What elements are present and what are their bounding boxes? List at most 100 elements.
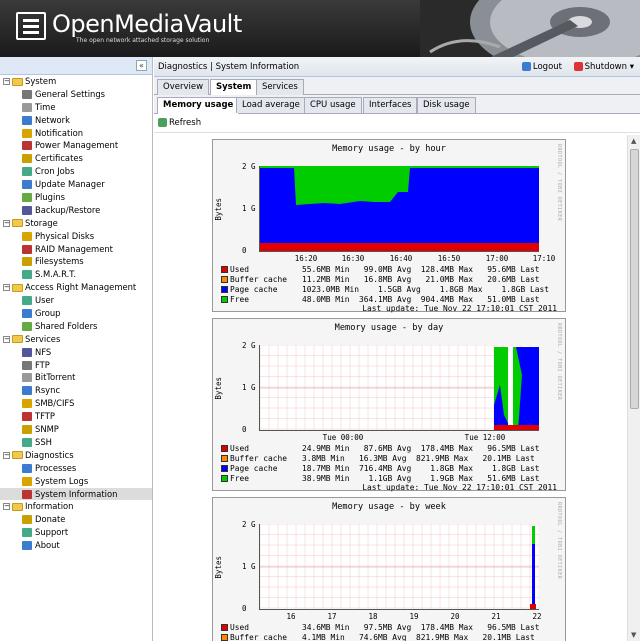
tab-overview[interactable]: Overview [157, 79, 210, 95]
sidebar-item-0-3[interactable]: Notification [0, 127, 152, 140]
collapse-icon[interactable]: − [3, 335, 10, 343]
nav-item-icon [22, 347, 32, 357]
folder-icon [12, 77, 23, 86]
sidebar-item-1-0[interactable]: Physical Disks [0, 230, 152, 243]
sidebar-item-5-1[interactable]: Support [0, 526, 152, 539]
legend-swatch [221, 624, 228, 631]
legend: Used 34.6MB Min 97.5MB Avg 178.4MB Max 96… [221, 623, 563, 641]
sidebar-item-1-3[interactable]: S.M.A.R.T. [0, 268, 152, 281]
nav-group-5[interactable]: − Information [0, 500, 152, 513]
tab-system[interactable]: System [210, 79, 258, 96]
logout-button[interactable]: Logout [521, 57, 562, 77]
nav-item-icon [22, 309, 32, 319]
sidebar-item-4-0[interactable]: Processes [0, 462, 152, 475]
nav-group-2[interactable]: − Access Right Management [0, 281, 152, 294]
sidebar-item-1-2[interactable]: Filesystems [0, 255, 152, 268]
sidebar-item-3-0[interactable]: NFS [0, 346, 152, 359]
nav-item-icon [22, 128, 32, 138]
tab-cpu-usage[interactable]: CPU usage [304, 97, 362, 113]
collapse-sidebar-button[interactable]: « [136, 60, 147, 71]
last-update: Last update: Tue Nov 22 17:10:01 CST 201… [362, 304, 557, 313]
sidebar-item-2-2[interactable]: Shared Folders [0, 320, 152, 333]
sidebar-item-0-5[interactable]: Certificates [0, 152, 152, 165]
app-header: OpenMediaVault The open network attached… [0, 0, 640, 57]
sidebar-item-0-8[interactable]: Plugins [0, 191, 152, 204]
shutdown-button[interactable]: Shutdown ▾ [573, 57, 634, 77]
sidebar-item-0-2[interactable]: Network [0, 114, 152, 127]
collapse-icon[interactable]: − [3, 78, 10, 85]
scroll-thumb[interactable] [630, 149, 639, 409]
legend-row: Used 24.9MB Min 87.6MB Avg 178.4MB Max 96… [221, 444, 563, 454]
tab-load-average[interactable]: Load average [236, 97, 306, 113]
sidebar-item-1-1[interactable]: RAID Management [0, 243, 152, 256]
sidebar-item-4-1[interactable]: System Logs [0, 475, 152, 488]
sidebar-item-3-2[interactable]: BitTorrent [0, 371, 152, 384]
plot-svg [260, 345, 539, 430]
nav-item-icon [22, 89, 32, 99]
main-panel: Diagnostics | System Information Logout … [154, 57, 640, 641]
sidebar-item-5-2[interactable]: About [0, 539, 152, 552]
scroll-up-icon[interactable]: ▲ [631, 137, 636, 145]
nav-item-icon [22, 154, 32, 164]
sidebar-item-4-2[interactable]: System Information [0, 487, 152, 501]
legend-swatch [221, 475, 228, 482]
tab-services[interactable]: Services [256, 79, 304, 95]
sidebar-item-0-6[interactable]: Cron Jobs [0, 165, 152, 178]
graph-title: Memory usage - by day [334, 323, 444, 333]
plot-area [259, 345, 539, 431]
collapse-icon[interactable]: − [3, 503, 10, 511]
collapse-icon[interactable]: − [3, 219, 10, 227]
nav-item-icon [22, 476, 32, 486]
nav-group-4[interactable]: − Diagnostics [0, 449, 152, 462]
refresh-icon [158, 118, 167, 127]
nav-group-0[interactable]: − System [0, 75, 152, 88]
sidebar-item-0-9[interactable]: Backup/Restore [0, 204, 152, 217]
sidebar-item-2-1[interactable]: Group [0, 307, 152, 320]
nav-item-icon [22, 463, 32, 473]
sidebar-item-3-6[interactable]: SNMP [0, 423, 152, 436]
sidebar-item-0-4[interactable]: Power Management [0, 139, 152, 152]
y-axis-label: Bytes [214, 198, 223, 221]
nav-item-icon [22, 399, 32, 409]
scroll-down-icon[interactable]: ▼ [631, 631, 636, 639]
legend-swatch [221, 286, 228, 293]
nav-item-icon [22, 296, 32, 306]
sidebar-item-3-1[interactable]: FTP [0, 359, 152, 372]
logo-icon [16, 12, 46, 40]
nav-group-3[interactable]: − Services [0, 333, 152, 346]
legend-swatch [221, 445, 228, 452]
sidebar-item-0-0[interactable]: General Settings [0, 88, 152, 101]
collapse-icon[interactable]: − [3, 451, 10, 459]
memory-graph-1: Memory usage - by day RRDTOOL / TOBI OETI… [212, 318, 566, 492]
x-tick-label: 18 [368, 612, 378, 621]
scrollbar[interactable]: ▲ ▼ [627, 135, 640, 641]
x-tick-label: 16:20 [294, 254, 318, 263]
sidebar-item-3-5[interactable]: TFTP [0, 410, 152, 423]
graph-title: Memory usage - by week [332, 502, 446, 512]
rrd-label: RRDTOOL / TOBI OETIKER [556, 323, 562, 401]
sidebar: « − System General Settings Time Network Noti… [0, 57, 153, 641]
legend-row: Buffer cache 3.8MB Min 16.3MB Avg 821.9MB… [221, 454, 563, 464]
refresh-button[interactable]: Refresh [158, 118, 201, 128]
sidebar-item-3-3[interactable]: Rsync [0, 384, 152, 397]
nav-item-icon [22, 412, 32, 422]
nav-tree: − System General Settings Time Network Notifi… [0, 75, 152, 552]
x-tick-label: 21 [491, 612, 501, 621]
y-axis-label: Bytes [214, 556, 223, 579]
nav-item-icon [22, 141, 32, 151]
tab-memory-usage[interactable]: Memory usage [157, 97, 240, 114]
sidebar-item-5-0[interactable]: Donate [0, 513, 152, 526]
collapse-icon[interactable]: − [3, 284, 10, 292]
sidebar-item-3-4[interactable]: SMB/CIFS [0, 397, 152, 410]
sidebar-item-0-7[interactable]: Update Manager [0, 178, 152, 191]
nav-item-icon [22, 437, 32, 447]
sidebar-item-2-0[interactable]: User [0, 294, 152, 307]
tab-interfaces[interactable]: Interfaces [363, 97, 418, 113]
x-tick-label: 22 [532, 612, 542, 621]
nav-group-1[interactable]: − Storage [0, 217, 152, 230]
sidebar-item-0-1[interactable]: Time [0, 101, 152, 114]
sidebar-item-3-7[interactable]: SSH [0, 436, 152, 449]
tab-disk-usage[interactable]: Disk usage [417, 97, 476, 113]
y-tick-label: 0 [242, 425, 247, 434]
main-tabs: Overview System Services [154, 77, 640, 96]
